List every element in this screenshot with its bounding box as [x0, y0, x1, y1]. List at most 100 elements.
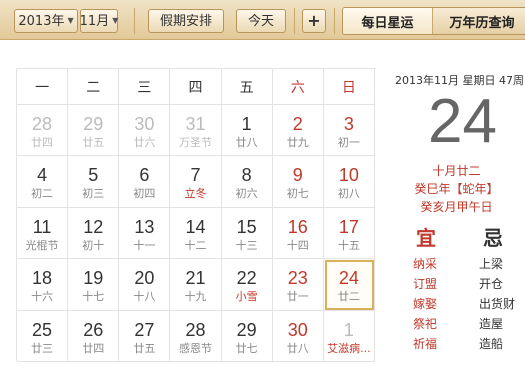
lunar-label: 立冬: [184, 187, 207, 201]
day-number: 21: [185, 268, 206, 289]
lunar-label: 初二: [31, 187, 54, 201]
year-select[interactable]: 2013年 ▼: [14, 9, 78, 33]
lunar-label: 初三: [82, 187, 105, 201]
holiday-button[interactable]: 假期安排: [148, 9, 224, 33]
day-cell[interactable]: 30 廿八: [272, 310, 324, 362]
day-cell[interactable]: 1 廿八: [221, 105, 273, 157]
month-select[interactable]: 11月 ▼: [80, 9, 118, 33]
day-cell[interactable]: 4 初二: [17, 156, 69, 208]
day-cell[interactable]: 10 初八: [323, 156, 375, 208]
day-number: 18: [32, 268, 53, 289]
day-number: 6: [139, 165, 150, 186]
day-number: 16: [287, 216, 308, 237]
day-cell[interactable]: 21 十九: [170, 259, 222, 311]
day-cell[interactable]: 29 廿五: [68, 105, 120, 157]
weekday-label: 日: [323, 69, 375, 105]
day-cell[interactable]: 2 廿九: [272, 105, 324, 157]
day-cell[interactable]: 12 初十: [68, 207, 120, 260]
day-cell[interactable]: 25 廿三: [17, 310, 69, 362]
lunar-label: 万圣节: [178, 136, 212, 149]
day-cell[interactable]: 17 十五: [323, 207, 375, 260]
day-cell[interactable]: 23 廿一: [272, 259, 324, 311]
chevron-down-icon: ▼: [112, 16, 119, 25]
year-value: 2013年: [18, 13, 65, 29]
day-number: 27: [134, 319, 155, 340]
tab-perpetual-calendar[interactable]: 万年历查询: [432, 8, 525, 34]
lunar-label: 十六: [31, 290, 54, 304]
today-button[interactable]: 今天: [236, 9, 286, 33]
lunar-date: 十月廿二: [432, 164, 481, 178]
day-number: 7: [190, 165, 201, 186]
day-cell[interactable]: 22 小雪: [221, 259, 273, 311]
day-number: 25: [32, 319, 53, 340]
lunar-label: 十三: [235, 238, 258, 252]
day-number: 31: [185, 114, 206, 134]
lunar-label: 廿二: [337, 290, 360, 304]
day-cell[interactable]: 18 十六: [17, 259, 69, 311]
day-cell-today[interactable]: 24 廿二: [323, 259, 375, 311]
day-number: 28: [32, 114, 53, 134]
day-cell[interactable]: 15 十三: [221, 207, 273, 260]
ji-heading: 忌: [483, 226, 503, 250]
day-number: 29: [236, 319, 257, 340]
day-cell[interactable]: 19 十七: [68, 259, 120, 311]
week-row: 11 光棍节 12 初十 13 十一 14 十二 15 十三 16 十四 17 十五: [17, 207, 375, 260]
lunar-label: 十九: [184, 290, 207, 304]
day-cell[interactable]: 1 艾滋病...: [323, 310, 375, 362]
yi-item: 纳采: [413, 257, 438, 271]
day-cell[interactable]: 13 十一: [119, 207, 171, 260]
lunar-year: 癸巳年【蛇年】: [414, 182, 499, 196]
ji-item: 出货财: [479, 297, 516, 311]
lunar-label: 廿九: [286, 136, 309, 149]
day-number: 14: [185, 216, 206, 237]
ji-list: 上梁 开仓 出货财 造屋 造船: [479, 254, 515, 354]
weekday-label: 五: [221, 69, 273, 105]
lunar-label: 廿四: [82, 341, 105, 355]
tab-daily-horoscope[interactable]: 每日星运: [343, 8, 433, 34]
day-cell[interactable]: 8 初六: [221, 156, 273, 208]
lunar-label: 感恩节: [178, 341, 212, 355]
lunar-label: 十八: [133, 290, 156, 304]
lunar-month-day: 癸亥月甲午日: [420, 200, 493, 214]
day-number: 24: [338, 268, 359, 289]
day-cell[interactable]: 14 十二: [170, 207, 222, 260]
day-cell[interactable]: 9 初七: [272, 156, 324, 208]
day-number: 20: [134, 268, 155, 289]
week-row: 18 十六 19 十七 20 十八 21 十九 22 小雪 23 廿一 24 廿二: [17, 259, 375, 311]
day-cell[interactable]: 20 十八: [119, 259, 171, 311]
day-cell[interactable]: 26 廿四: [68, 310, 120, 362]
day-number: 10: [338, 165, 359, 186]
day-number: 9: [292, 165, 303, 186]
lunar-label: 廿五: [133, 341, 156, 355]
day-cell[interactable]: 16 十四: [272, 207, 324, 260]
day-cell[interactable]: 29 廿七: [221, 310, 273, 362]
lunar-label: 初一: [337, 136, 360, 149]
yi-item: 祭祀: [413, 317, 438, 331]
ji-item: 开仓: [479, 277, 504, 291]
day-number: 29: [83, 114, 104, 134]
lunar-label: 十一: [133, 238, 156, 252]
lunar-label: 初七: [286, 187, 309, 201]
lunar-label: 廿八: [286, 341, 309, 355]
day-cell[interactable]: 5 初三: [68, 156, 120, 208]
yi-item: 嫁娶: [413, 297, 438, 311]
day-cell[interactable]: 31 万圣节: [170, 105, 222, 157]
lunar-label: 廿三: [31, 341, 54, 355]
day-cell[interactable]: 7 立冬: [170, 156, 222, 208]
week-row: 25 廿三 26 廿四 27 廿五 28 感恩节 29 廿七 30 廿八 1 艾滋病...: [17, 310, 375, 362]
yi-heading: 宜: [416, 226, 436, 250]
day-cell[interactable]: 28 廿四: [17, 105, 69, 157]
day-cell[interactable]: 27 廿五: [119, 310, 171, 362]
day-cell[interactable]: 3 初一: [323, 105, 375, 157]
lunar-label: 廿八: [235, 136, 258, 149]
day-number: 17: [338, 216, 359, 237]
add-button[interactable]: +: [302, 9, 326, 33]
day-cell[interactable]: 28 感恩节: [170, 310, 222, 362]
lunar-label: 廿五: [82, 136, 105, 149]
day-cell[interactable]: 11 光棍节: [17, 207, 69, 260]
lunar-label: 光棍节: [25, 238, 59, 252]
lunar-label: 艾滋病...: [327, 341, 371, 355]
yi-item: 订盟: [413, 277, 438, 291]
day-cell[interactable]: 30 廿六: [119, 105, 171, 157]
day-cell[interactable]: 6 初四: [119, 156, 171, 208]
